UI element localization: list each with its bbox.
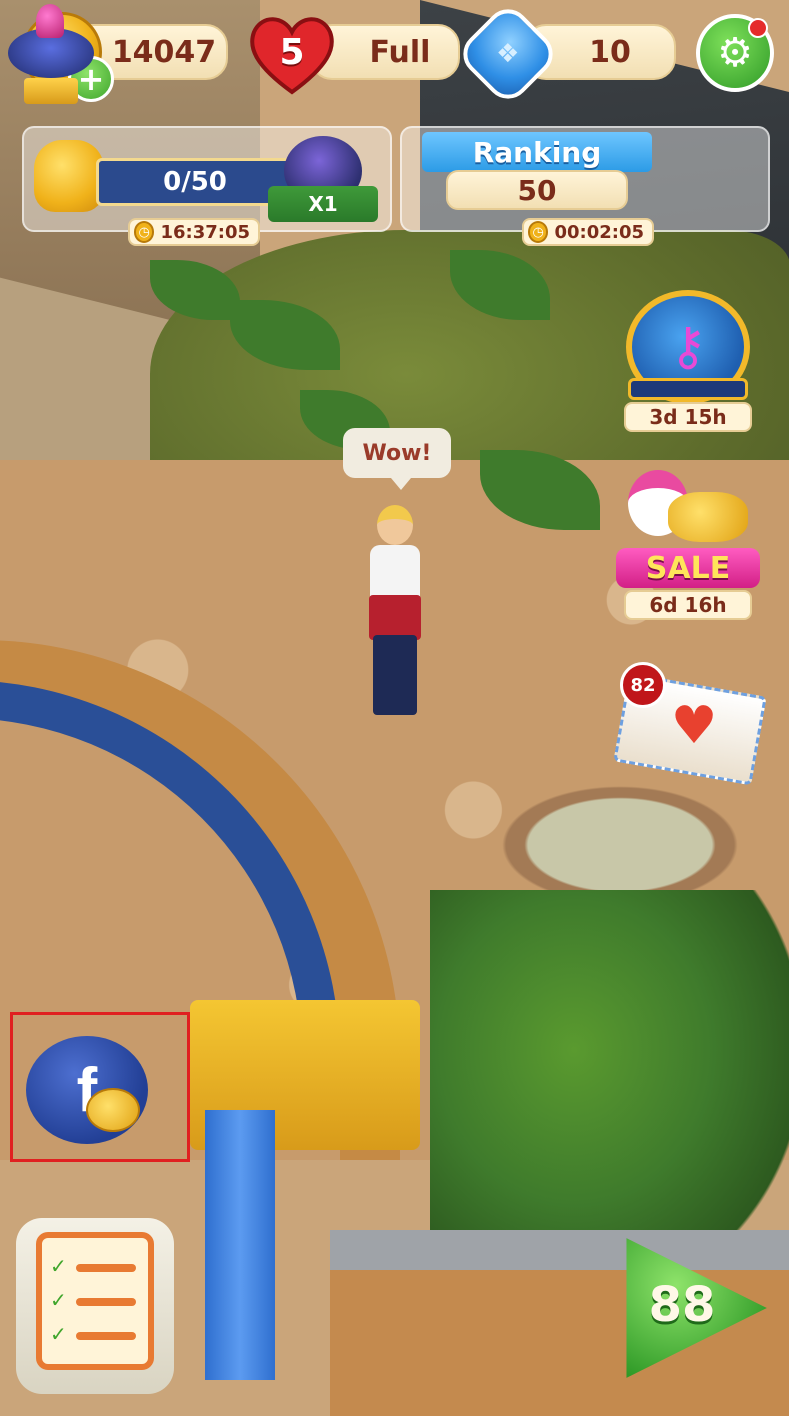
play-level-number[interactable]: 88: [620, 1270, 744, 1340]
event-timer-text: 16:37:05: [160, 221, 250, 243]
ranking-title: Ranking: [422, 132, 652, 172]
mail-count-badge: 82: [620, 662, 666, 708]
notification-dot: [748, 18, 768, 38]
clock-icon: ◷: [528, 221, 549, 243]
ranking-timer: ◷ 00:02:05: [522, 218, 654, 246]
event-progress-bar: 0/50: [96, 158, 294, 206]
reward-multiplier: X1: [268, 186, 378, 222]
key-event-timer: 3d 15h: [624, 402, 752, 432]
coin-pile-icon: [668, 492, 748, 542]
check-icon: ✓: [50, 1254, 67, 1278]
task-line: [76, 1264, 136, 1272]
check-icon: ✓: [50, 1288, 67, 1312]
coin-stack-icon: [86, 1088, 140, 1132]
clock-icon: ◷: [134, 221, 155, 243]
check-icon: ✓: [50, 1322, 67, 1346]
character-apron: [369, 595, 421, 640]
blue-pillar: [205, 1110, 275, 1380]
heart-icon: 5: [246, 14, 338, 96]
mail-icon: ♥: [670, 696, 718, 756]
character[interactable]: [355, 505, 435, 720]
event-progress-text: 0/50: [163, 167, 227, 197]
character-legs: [373, 635, 417, 715]
task-line: [76, 1332, 136, 1340]
character-head: [377, 505, 413, 545]
event-timer: ◷ 16:37:05: [128, 218, 260, 246]
bell-icon: [34, 140, 104, 212]
task-line: [76, 1298, 136, 1306]
facebook-button[interactable]: f: [26, 1036, 148, 1144]
trophy-base: [24, 78, 78, 104]
gear-icon: ⚙: [717, 30, 753, 76]
clipboard-tasks-icon: ✓ ✓ ✓: [36, 1232, 154, 1370]
sale-timer: 6d 16h: [624, 590, 752, 620]
key-event-progress-bar: [628, 378, 748, 400]
trophy-gem: [36, 4, 64, 38]
ranking-value: 50: [446, 170, 628, 210]
sale-label[interactable]: SALE: [616, 548, 760, 588]
ranking-timer-text: 00:02:05: [554, 221, 644, 243]
key-icon: ⚷: [668, 317, 708, 377]
lives-count: 5: [279, 32, 305, 73]
speech-bubble: Wow!: [343, 428, 451, 490]
